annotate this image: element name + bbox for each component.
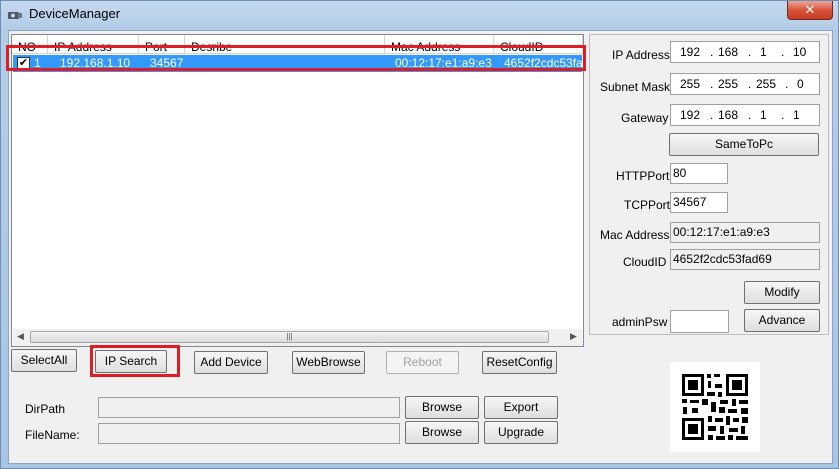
- ip-octet-1: 192: [680, 45, 701, 59]
- advance-button[interactable]: Advance: [744, 309, 820, 332]
- close-icon: ✕: [804, 2, 816, 17]
- subnet-mask-input[interactable]: 255 . 255 . 255 . 0: [670, 73, 820, 95]
- tcp-port-label: TCPPort: [624, 198, 671, 212]
- gateway-dot: .: [748, 108, 752, 122]
- window-title: DeviceManager: [29, 6, 121, 21]
- cell-no: 1: [34, 56, 41, 70]
- client-area: NO IP Address Port Desribe Mac Address C…: [6, 30, 833, 464]
- gateway-dot: .: [781, 108, 785, 122]
- ip-dot: .: [748, 45, 752, 59]
- scroll-thumb[interactable]: |||: [30, 331, 549, 343]
- file-name-field[interactable]: [98, 423, 400, 444]
- ip-octet-4: 10: [793, 45, 807, 59]
- gateway-input[interactable]: 192 . 168 . 1 . 1: [670, 104, 820, 126]
- file-name-label: FileName:: [25, 428, 80, 442]
- subnet-dot: .: [748, 77, 752, 91]
- column-header-no[interactable]: NO: [12, 35, 48, 54]
- modify-button[interactable]: Modify: [744, 281, 820, 304]
- subnet-dot: .: [710, 77, 714, 91]
- column-header-describe[interactable]: Desribe: [185, 35, 385, 54]
- device-list[interactable]: NO IP Address Port Desribe Mac Address C…: [11, 34, 584, 347]
- column-header-mac[interactable]: Mac Address: [385, 35, 494, 54]
- table-row[interactable]: ✔ 1 192.168.1.10 34567 00:12:17:e1:a9:e3…: [13, 55, 582, 72]
- gateway-dot: .: [710, 108, 714, 122]
- scroll-left-icon[interactable]: ◀: [17, 331, 24, 342]
- gateway-octet-3: 1: [760, 108, 767, 122]
- network-settings-panel: IP Address 192 . 168 . 1 . 10 Subnet Mas…: [589, 34, 829, 335]
- camera-icon: [8, 12, 22, 19]
- subnet-octet-2: 255: [718, 77, 739, 91]
- column-header-ip[interactable]: IP Address: [48, 35, 139, 54]
- dir-path-label: DirPath: [25, 402, 66, 416]
- admin-password-input[interactable]: [670, 310, 729, 333]
- cloud-id-field: 4652f2cdc53fad69: [670, 249, 820, 270]
- reset-config-button[interactable]: ResetConfig: [482, 351, 557, 374]
- add-device-button[interactable]: Add Device: [194, 351, 268, 374]
- subnet-dot: .: [785, 77, 789, 91]
- gateway-label: Gateway: [621, 111, 669, 125]
- web-browse-button[interactable]: WebBrowse: [292, 351, 365, 374]
- dir-browse-button[interactable]: Browse: [405, 396, 479, 419]
- qr-code-icon: [670, 362, 760, 452]
- file-browse-button[interactable]: Browse: [405, 421, 479, 444]
- subnet-octet-4: 0: [797, 77, 804, 91]
- cell-cloudid: 4652f2cdc53fad: [504, 56, 582, 70]
- title-bar[interactable]: DeviceManager ✕: [1, 1, 838, 27]
- close-button[interactable]: ✕: [787, 1, 833, 20]
- tcp-port-input[interactable]: 34567: [670, 192, 728, 213]
- cell-ip: 192.168.1.10: [60, 56, 131, 70]
- cell-port: 34567: [150, 56, 184, 70]
- ip-octet-3: 1: [760, 45, 767, 59]
- upgrade-button[interactable]: Upgrade: [484, 421, 558, 444]
- subnet-octet-1: 255: [680, 77, 701, 91]
- ip-dot: .: [781, 45, 785, 59]
- gateway-octet-2: 168: [718, 108, 739, 122]
- reboot-button[interactable]: Reboot: [386, 351, 459, 374]
- http-port-label: HTTPPort: [616, 169, 670, 183]
- export-button[interactable]: Export: [484, 396, 558, 419]
- horizontal-scrollbar[interactable]: ◀ ||| ▶: [13, 329, 582, 346]
- grip-icon: |||: [286, 332, 293, 341]
- mac-address-label: Mac Address: [600, 228, 670, 242]
- column-header-cloudid[interactable]: CloudID: [494, 35, 583, 54]
- device-manager-window: DeviceManager ✕ NO IP Address Port Desri…: [0, 0, 839, 469]
- ip-search-button[interactable]: IP Search: [95, 350, 167, 373]
- dir-path-field[interactable]: [98, 397, 400, 418]
- cloud-id-label: CloudID: [623, 255, 667, 269]
- row-checkbox[interactable]: ✔: [17, 57, 30, 70]
- ip-address-input[interactable]: 192 . 168 . 1 . 10: [670, 41, 820, 63]
- subnet-octet-3: 255: [756, 77, 777, 91]
- ip-address-label: IP Address: [612, 48, 670, 62]
- gateway-octet-1: 192: [680, 108, 701, 122]
- same-to-pc-button[interactable]: SameToPc: [669, 133, 819, 156]
- cell-mac: 00:12:17:e1:a9:e3: [395, 56, 492, 70]
- http-port-input[interactable]: 80: [670, 163, 728, 184]
- list-header: NO IP Address Port Desribe Mac Address C…: [12, 35, 583, 54]
- admin-password-label: adminPsw: [612, 315, 668, 329]
- column-header-port[interactable]: Port: [139, 35, 185, 54]
- scroll-right-icon[interactable]: ▶: [570, 331, 577, 342]
- gateway-octet-4: 1: [793, 108, 800, 122]
- subnet-mask-label: Subnet Mask: [600, 80, 671, 94]
- select-all-button[interactable]: SelectAll: [11, 349, 77, 372]
- mac-address-field: 00:12:17:e1:a9:e3: [670, 222, 820, 243]
- ip-dot: .: [710, 45, 714, 59]
- ip-octet-2: 168: [718, 45, 739, 59]
